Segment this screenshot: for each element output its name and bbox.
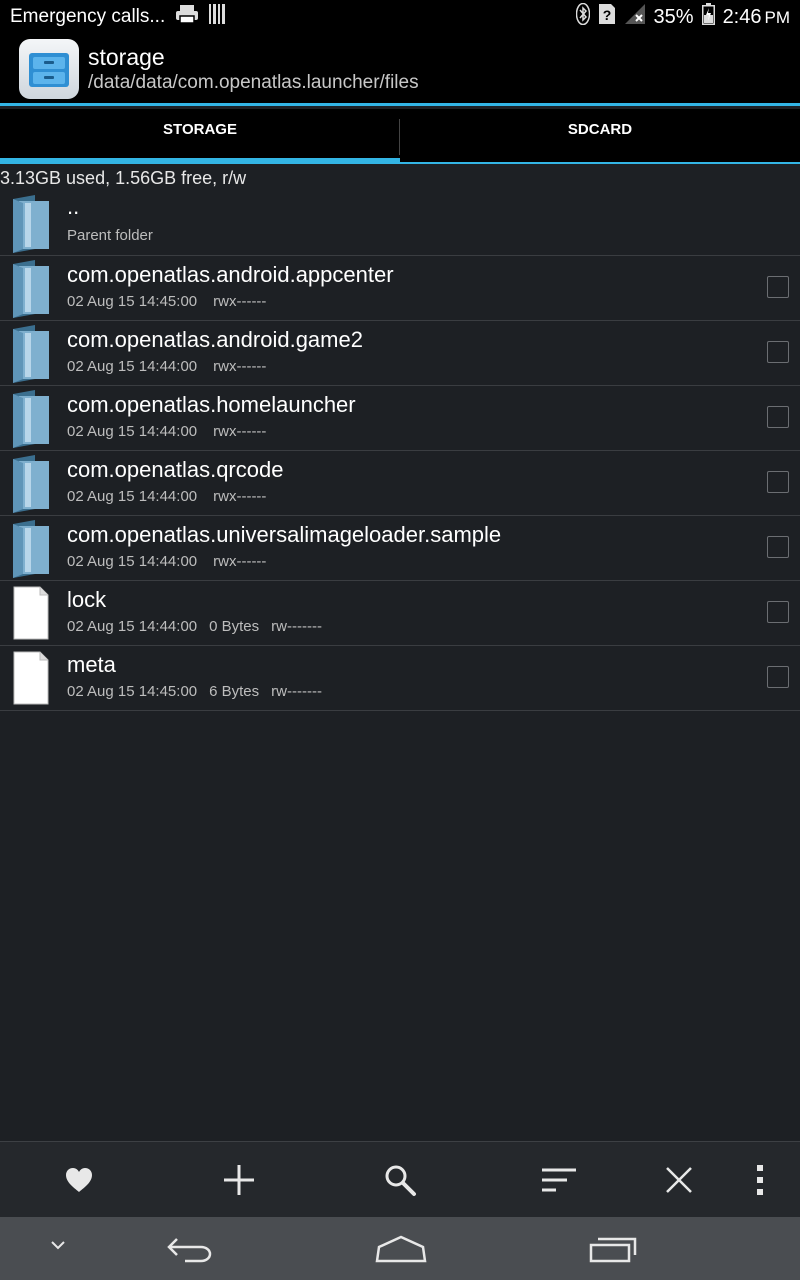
file-cabinet-app-icon[interactable]: [19, 38, 79, 99]
status-carrier-text: Emergency calls...: [10, 6, 166, 27]
back-icon[interactable]: [165, 1231, 213, 1267]
file-name: meta: [67, 652, 116, 677]
list-item[interactable]: com.openatlas.qrcode 02 Aug 15 14:44:00 r…: [0, 451, 800, 516]
file-permissions: rwx------: [213, 293, 267, 310]
unknown-sim-icon: ?: [598, 3, 616, 31]
select-checkbox[interactable]: [767, 406, 789, 428]
heart-icon[interactable]: [59, 1160, 99, 1200]
action-bar: storage /data/data/com.openatlas.launche…: [0, 34, 800, 106]
file-name: ..: [67, 194, 80, 219]
file-date: 02 Aug 15 14:44:00: [67, 358, 198, 375]
file-size: 0 Bytes: [209, 618, 260, 635]
tab-bar: STORAGE SDCARD: [0, 109, 800, 164]
file-meta: 02 Aug 15 14:45:00 6 Bytes rw-------: [67, 683, 334, 700]
select-checkbox[interactable]: [767, 471, 789, 493]
file-date: 02 Aug 15 14:44:00: [67, 423, 198, 440]
file-permissions: rw-------: [271, 683, 322, 700]
home-icon[interactable]: [374, 1231, 428, 1267]
select-checkbox[interactable]: [767, 601, 789, 623]
folder-icon: [11, 390, 51, 453]
file-meta: 02 Aug 15 14:44:00 rwx------: [67, 488, 278, 505]
folder-icon: [11, 520, 51, 583]
file-meta: 02 Aug 15 14:44:00 0 Bytes rw-------: [67, 618, 334, 635]
tab-divider: [399, 119, 400, 155]
tab-sdcard[interactable]: SDCARD: [400, 109, 800, 164]
signal-no-service-icon: [624, 3, 646, 31]
file-name: lock: [67, 587, 107, 612]
file-meta: 02 Aug 15 14:44:00 rwx------: [67, 553, 278, 570]
sort-icon[interactable]: [539, 1160, 579, 1200]
list-item[interactable]: lock 02 Aug 15 14:44:00 0 Bytes rw-------: [0, 581, 800, 646]
file-meta: 02 Aug 15 14:44:00 rwx------: [67, 358, 278, 375]
list-item[interactable]: com.openatlas.android.game2 02 Aug 15 14…: [0, 321, 800, 386]
folder-icon: [11, 455, 51, 518]
printer-icon: [175, 4, 199, 30]
bluetooth-icon: [575, 2, 590, 31]
clock-time: 2:46: [722, 5, 762, 28]
file-permissions: rwx------: [213, 358, 267, 375]
tab-storage[interactable]: STORAGE: [0, 109, 400, 164]
select-checkbox[interactable]: [767, 341, 789, 363]
close-icon[interactable]: [659, 1160, 699, 1200]
hide-keyboard-icon[interactable]: [45, 1237, 71, 1253]
list-item[interactable]: com.openatlas.android.appcenter 02 Aug 1…: [0, 256, 800, 321]
page-title: storage: [88, 43, 165, 70]
file-meta: 02 Aug 15 14:44:00 rwx------: [67, 423, 278, 440]
file-permissions: rw-------: [271, 618, 322, 635]
file-name: com.openatlas.homelauncher: [67, 392, 356, 417]
search-icon[interactable]: [380, 1160, 420, 1200]
select-checkbox[interactable]: [767, 666, 789, 688]
folder-icon: [11, 260, 51, 323]
clock: 2:46 PM: [723, 6, 790, 29]
list-item-parent-folder[interactable]: .. Parent folder: [0, 191, 800, 256]
file-icon: [11, 650, 51, 713]
file-meta: Parent folder: [67, 227, 153, 244]
file-permissions: rwx------: [213, 553, 267, 570]
file-meta: 02 Aug 15 14:45:00 rwx------: [67, 293, 278, 310]
file-name: com.openatlas.qrcode: [67, 457, 284, 482]
bottom-toolbar: [0, 1141, 800, 1217]
folder-icon: [11, 325, 51, 388]
file-permissions: rwx------: [213, 423, 267, 440]
file-icon: [11, 585, 51, 648]
storage-usage-text: 3.13GB used, 1.56GB free, r/w: [0, 168, 247, 188]
battery-charging-icon: [701, 3, 715, 31]
barcode-icon: [209, 4, 227, 30]
current-path: /data/data/com.openatlas.launcher/files: [88, 71, 419, 93]
file-date: 02 Aug 15 14:44:00: [67, 488, 198, 505]
status-bar: Emergency calls... ? 35% 2:46 PM: [0, 0, 800, 34]
file-name: com.openatlas.android.game2: [67, 327, 363, 352]
plus-icon[interactable]: [219, 1160, 259, 1200]
file-date: 02 Aug 15 14:44:00: [67, 618, 198, 635]
list-item[interactable]: com.openatlas.homelauncher 02 Aug 15 14:…: [0, 386, 800, 451]
overflow-menu-icon[interactable]: [740, 1160, 780, 1200]
file-size: 6 Bytes: [209, 683, 260, 700]
file-name: com.openatlas.universalimageloader.sampl…: [67, 522, 502, 547]
select-checkbox[interactable]: [767, 276, 789, 298]
list-item[interactable]: com.openatlas.universalimageloader.sampl…: [0, 516, 800, 581]
list-item[interactable]: meta 02 Aug 15 14:45:00 6 Bytes rw-------: [0, 646, 800, 711]
file-name: com.openatlas.android.appcenter: [67, 262, 394, 287]
file-list: .. Parent folder com.openatlas.android.a…: [0, 191, 800, 711]
clock-ampm: PM: [764, 7, 791, 27]
select-checkbox[interactable]: [767, 536, 789, 558]
file-permissions: rwx------: [213, 488, 267, 505]
file-date: 02 Aug 15 14:44:00: [67, 553, 198, 570]
battery-percent-text: 35%: [653, 5, 694, 28]
file-date: 02 Aug 15 14:45:00: [67, 683, 198, 700]
recents-icon[interactable]: [588, 1231, 638, 1267]
folder-icon: [11, 195, 51, 258]
file-date: 02 Aug 15 14:45:00: [67, 293, 198, 310]
navigation-bar: [0, 1217, 800, 1280]
svg-text:?: ?: [602, 7, 611, 23]
